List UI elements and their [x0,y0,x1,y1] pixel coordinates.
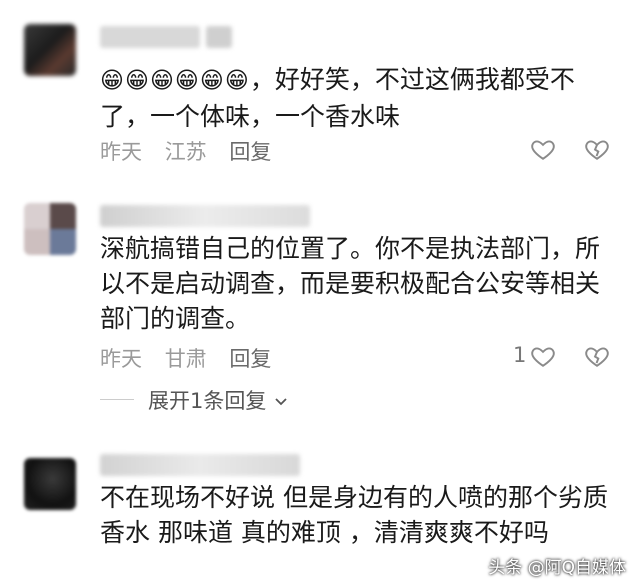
comment-2: 深航搞错自己的位置了。你不是执法部门，所以不是启动调查，而是要积极配合公安等相关… [0,195,640,415]
avatar[interactable] [24,24,76,76]
username-blurred[interactable] [100,454,300,476]
avatar[interactable] [24,458,76,510]
username-blurred[interactable] [100,26,200,48]
reply-button[interactable]: 回复 [229,140,271,164]
avatar[interactable] [24,203,76,255]
comment-time: 昨天 [100,347,142,371]
like-count: 1 [513,343,527,367]
broken-heart-dislike-icon[interactable] [584,343,610,369]
broken-heart-dislike-icon[interactable] [584,136,610,162]
comment-text: 深航搞错自己的位置了。你不是执法部门，所以不是启动调查，而是要积极配合公安等相关… [100,234,601,333]
comment-meta: 昨天 江苏 回复 [100,136,287,166]
comment-1: 😁😁😁😁😁😁，好好笑，不过这俩我都受不了，一个体味，一个香水味 昨天 江苏 回复 [0,0,640,180]
heart-like-icon[interactable] [530,343,556,369]
comment-time: 昨天 [100,140,142,164]
username-blurred[interactable] [100,205,310,227]
username-blurred [206,26,232,48]
comment-text: 😁😁😁😁😁😁，好好笑，不过这俩我都受不了，一个体味，一个香水味 [100,65,575,131]
watermark: 头条 @阿Q自媒体 [488,558,626,578]
heart-like-icon[interactable] [530,136,556,162]
chevron-down-icon [275,398,287,406]
comment-location: 江苏 [164,140,207,164]
expand-divider [100,399,134,400]
comment-meta: 昨天 甘肃 回复 [100,343,287,373]
comment-location: 甘肃 [164,347,207,371]
comment-text: 不在现场不好说 但是身边有的人喷的那个劣质香水 那味道 真的难顶 ，清清爽爽不好… [100,483,608,547]
reply-button[interactable]: 回复 [229,347,271,371]
grin-emoji-icon: 😁😁😁😁😁😁 [100,68,250,94]
expand-replies-button[interactable]: 展开1条回复 [148,385,448,413]
